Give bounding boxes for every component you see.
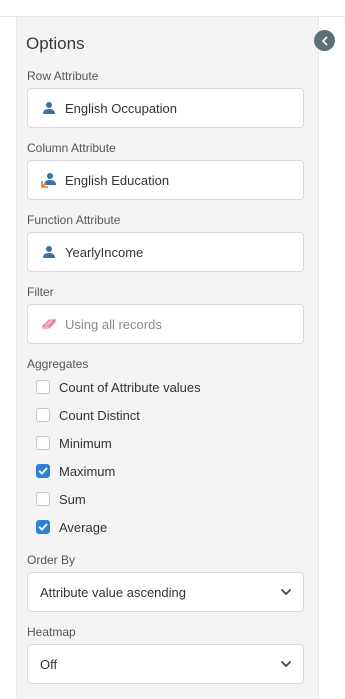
aggregate-average[interactable]: Average — [36, 518, 107, 536]
column-attribute-field[interactable]: English Education — [27, 160, 304, 200]
function-attribute-field[interactable]: YearlyIncome — [27, 232, 304, 272]
heatmap-label: Heatmap — [27, 625, 76, 639]
checkbox[interactable] — [36, 436, 50, 450]
aggregate-label: Maximum — [59, 463, 116, 479]
eraser-icon — [41, 316, 57, 332]
aggregate-label: Count Distinct — [59, 407, 140, 423]
aggregate-minimum[interactable]: Minimum — [36, 434, 112, 452]
checkbox-checked[interactable] — [36, 520, 50, 534]
checkbox[interactable] — [36, 408, 50, 422]
order-by-value: Attribute value ascending — [40, 584, 186, 600]
user-icon — [41, 244, 57, 260]
aggregate-sum[interactable]: Sum — [36, 490, 86, 508]
checkbox[interactable] — [36, 492, 50, 506]
heatmap-select[interactable]: Off — [27, 644, 304, 684]
user-icon — [41, 100, 57, 116]
function-attribute-label: Function Attribute — [27, 213, 121, 227]
panel-title: Options — [26, 34, 85, 53]
chevron-left-icon — [320, 36, 330, 46]
column-attribute-value: English Education — [65, 172, 170, 188]
aggregate-label: Sum — [59, 491, 86, 507]
function-attribute-value: YearlyIncome — [65, 244, 144, 260]
aggregate-label: Minimum — [59, 435, 112, 451]
aggregate-count-attribute-values[interactable]: Count of Attribute values — [36, 378, 201, 396]
checkbox-checked[interactable] — [36, 464, 50, 478]
row-attribute-value: English Occupation — [65, 100, 178, 116]
aggregate-label: Average — [59, 519, 108, 535]
filter-label: Filter — [27, 285, 54, 299]
row-attribute-label: Row Attribute — [27, 69, 99, 83]
chevron-down-icon — [279, 585, 293, 599]
aggregate-count-distinct[interactable]: Count Distinct — [36, 406, 140, 424]
checkbox[interactable] — [36, 380, 50, 394]
aggregate-maximum[interactable]: Maximum — [36, 462, 115, 480]
heatmap-value: Off — [40, 656, 58, 672]
order-by-label: Order By — [27, 553, 76, 567]
filter-field[interactable]: Using all records — [27, 304, 304, 344]
aggregates-label: Aggregates — [27, 357, 89, 371]
checkmark-icon — [38, 467, 48, 475]
chevron-down-icon — [279, 657, 293, 671]
top-bar — [0, 0, 345, 17]
checkmark-icon — [38, 523, 48, 531]
row-attribute-field[interactable]: English Occupation — [27, 88, 304, 128]
user-swap-icon — [41, 172, 57, 188]
aggregate-label: Count of Attribute values — [59, 379, 201, 395]
column-attribute-label: Column Attribute — [27, 141, 116, 155]
order-by-select[interactable]: Attribute value ascending — [27, 572, 304, 612]
filter-value: Using all records — [65, 316, 162, 332]
collapse-panel-button[interactable] — [314, 30, 335, 51]
